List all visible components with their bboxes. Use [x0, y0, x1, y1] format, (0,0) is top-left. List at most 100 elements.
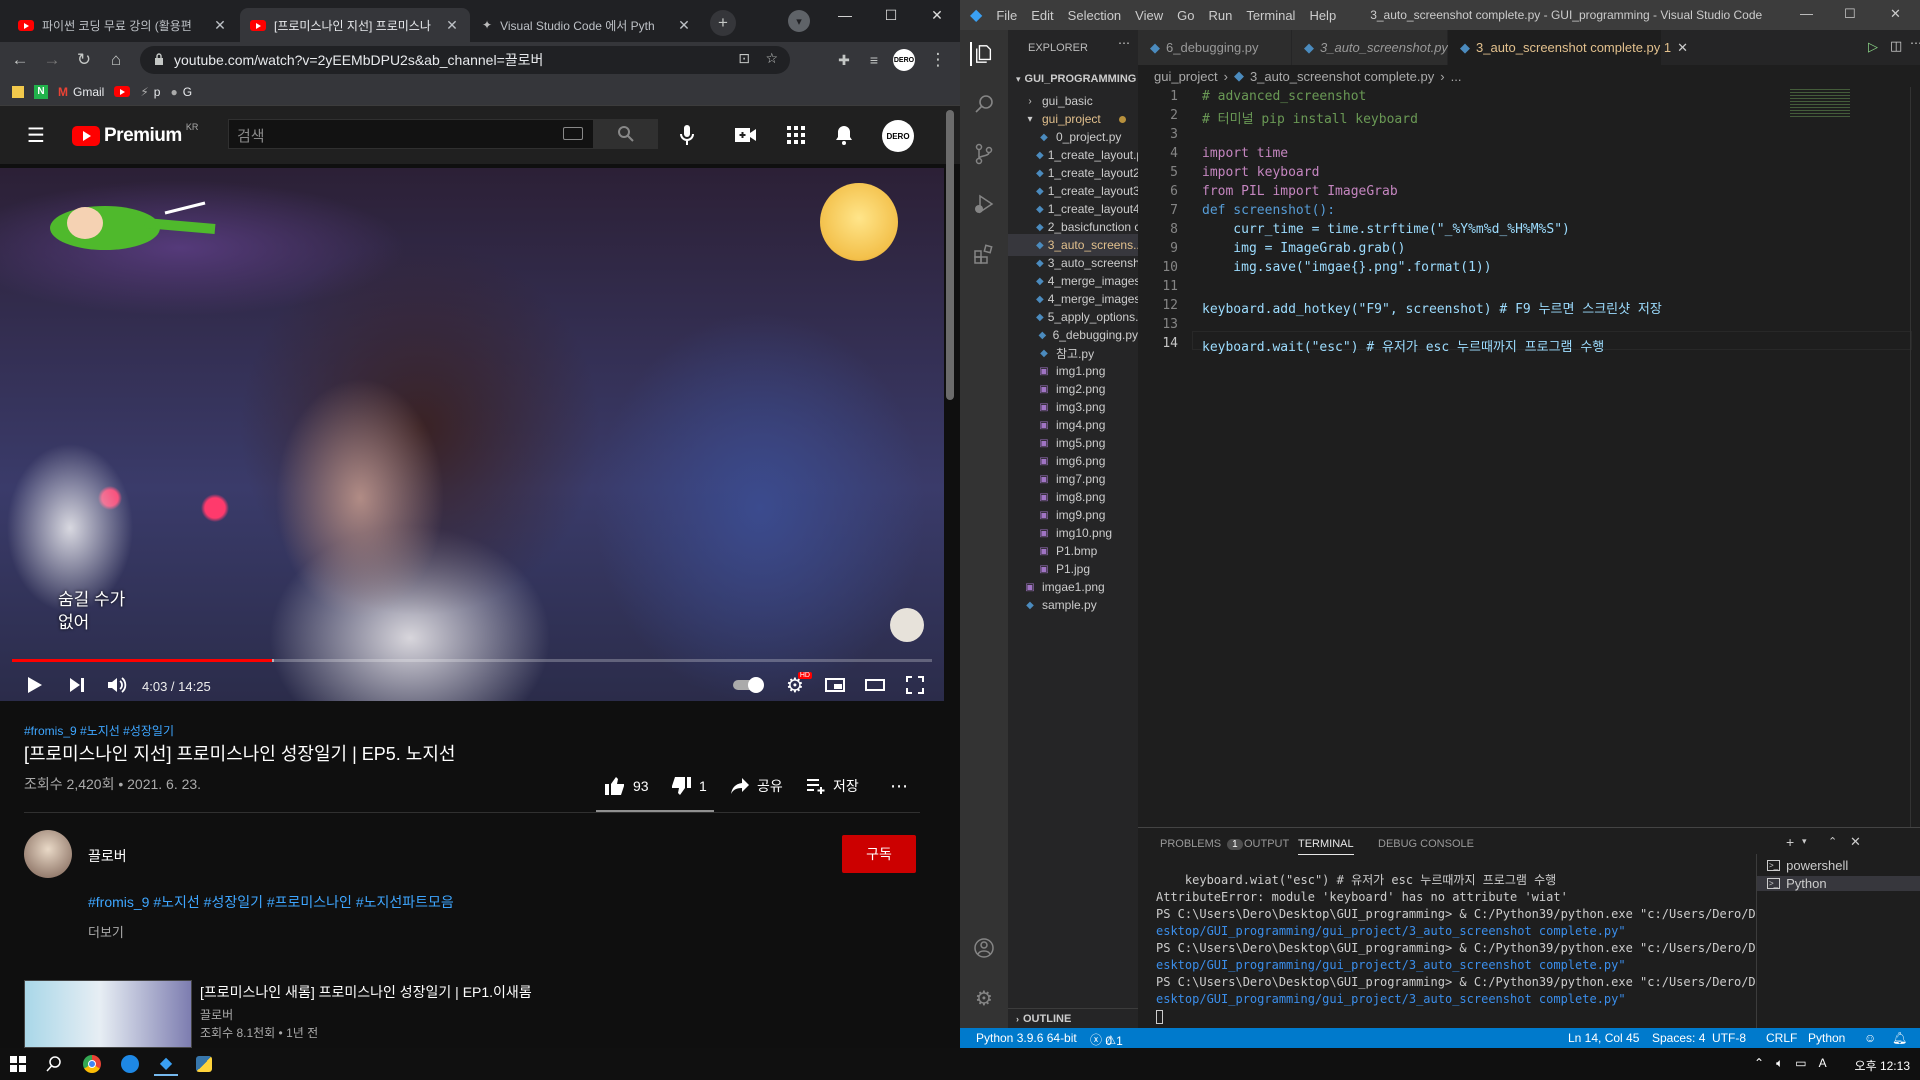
notifications-bell-icon[interactable]: 🔔︎ [1892, 1031, 1907, 1045]
save-button[interactable]: 저장 [806, 776, 859, 796]
terminal-item-powershell[interactable]: >_ powershell [1767, 858, 1848, 873]
recommended-channel[interactable]: 끌로버 [200, 1006, 233, 1023]
create-video-icon[interactable] [734, 123, 758, 147]
encoding[interactable]: UTF-8 [1712, 1031, 1746, 1045]
extensions-icon[interactable]: ✚ [832, 48, 856, 72]
close-icon[interactable]: ✕ [676, 17, 692, 34]
chevron-up-icon[interactable]: ⌃ [1754, 1056, 1764, 1071]
maximize-button[interactable]: ☐ [868, 0, 914, 30]
split-editor-icon[interactable]: ◫ [1890, 38, 1902, 54]
close-icon[interactable]: ✕ [1677, 40, 1688, 56]
breadcrumb-folder[interactable]: gui_project [1154, 69, 1218, 84]
channel-name[interactable]: 끌로버 [88, 846, 127, 866]
subscribe-button[interactable]: 구독 [842, 835, 916, 873]
close-icon[interactable]: ✕ [212, 17, 228, 34]
tab-debugging[interactable]: ◆ 6_debugging.py [1138, 30, 1292, 65]
bookmark-star-icon[interactable]: ☆ [765, 50, 778, 67]
indentation[interactable]: Spaces: 4 [1652, 1031, 1705, 1045]
explorer-item[interactable]: ◆ sample.py [1008, 594, 1138, 616]
more-actions-icon[interactable]: ⋯ [1910, 36, 1920, 50]
maximize-button[interactable]: ☐ [1844, 6, 1856, 22]
more-actions-icon[interactable]: ⋯ [1118, 36, 1130, 50]
close-panel-icon[interactable]: ✕ [1850, 834, 1861, 850]
theater-mode-button[interactable] [862, 670, 888, 700]
show-more-link[interactable]: 더보기 [88, 922, 124, 941]
tab-output[interactable]: OUTPUT [1244, 838, 1289, 850]
dislike-button[interactable]: 1 [670, 776, 707, 796]
hamburger-menu-icon[interactable]: ☰ [24, 123, 48, 147]
next-button[interactable] [64, 670, 90, 700]
search-input[interactable]: 검색 [228, 119, 594, 149]
menu-file[interactable]: File [996, 8, 1017, 23]
page-scrollbar[interactable] [946, 110, 954, 400]
close-window-button[interactable]: ✕ [1890, 6, 1901, 22]
menu-go[interactable]: Go [1177, 8, 1194, 23]
bookmark-p[interactable]: ⚡ p [140, 85, 160, 99]
minimap[interactable] [1790, 89, 1850, 119]
progress-bar[interactable] [12, 659, 932, 662]
youtube-logo[interactable]: Premium KR [72, 122, 198, 147]
search-icon[interactable] [972, 92, 996, 116]
chevron-down-icon[interactable]: ▾ [1802, 836, 1807, 847]
tab-terminal[interactable]: TERMINAL [1298, 838, 1354, 855]
profile-avatar[interactable]: DERO [893, 49, 915, 71]
terminal-item-python[interactable]: >_ Python [1757, 876, 1920, 891]
menu-help[interactable]: Help [1309, 8, 1336, 23]
reload-icon[interactable]: ↻ [72, 48, 96, 72]
keyboard-icon[interactable] [563, 127, 583, 140]
problems-status[interactable]: ⓧ 0 ⚠ 1 [1090, 1031, 1123, 1048]
bookmark-folder[interactable] [12, 85, 24, 98]
play-button[interactable] [22, 670, 48, 700]
search-icon[interactable] [42, 1052, 66, 1076]
close-icon[interactable]: ✕ [444, 17, 460, 34]
settings-button[interactable]: ⚙ HD [782, 670, 812, 700]
menu-terminal[interactable]: Terminal [1246, 8, 1295, 23]
line-ending[interactable]: CRLF [1766, 1031, 1797, 1045]
editor-scrollbar[interactable] [1910, 87, 1920, 827]
description-hashtags[interactable]: #fromis_9 #노지선 #성장일기 #프로미스나인 #노지선파트모음 [88, 892, 454, 912]
bookmark-n[interactable]: N [34, 84, 48, 99]
run-debug-icon[interactable] [972, 192, 996, 216]
cursor-position[interactable]: Ln 14, Col 45 [1568, 1031, 1639, 1045]
miniplayer-button[interactable] [822, 670, 848, 700]
tab-fromis-video[interactable]: [프로미스나인 지선] 프로미스나 ✕ [240, 8, 470, 42]
bookmark-g[interactable]: ● G [170, 85, 192, 99]
extensions-icon[interactable] [972, 242, 996, 266]
bookmark-gmail[interactable]: M Gmail [58, 85, 104, 99]
like-button[interactable]: 93 [604, 776, 649, 796]
home-icon[interactable]: ⌂ [104, 48, 128, 72]
explorer-files-icon[interactable] [970, 42, 994, 66]
windows-start-icon[interactable] [6, 1052, 30, 1076]
notifications-bell-icon[interactable] [832, 123, 856, 147]
minimize-button[interactable]: — [1800, 6, 1813, 21]
minimize-button[interactable]: — [822, 0, 868, 30]
language-mode[interactable]: Python [1808, 1031, 1845, 1045]
account-icon[interactable] [972, 936, 996, 960]
install-app-icon[interactable]: ⊡ [738, 50, 750, 67]
apps-grid-icon[interactable] [784, 123, 808, 147]
maximize-panel-icon[interactable]: ⌃ [1828, 835, 1837, 848]
recommended-thumbnail[interactable] [24, 980, 192, 1048]
more-actions-icon[interactable]: ⋯ [890, 776, 908, 797]
recommended-title[interactable]: [프로미스나인 새롬] 프로미스나인 성장일기 | EP1.이새롬 [200, 982, 532, 1002]
menu-run[interactable]: Run [1208, 8, 1232, 23]
menu-view[interactable]: View [1135, 8, 1163, 23]
network-icon[interactable]: ▭ [1795, 1056, 1806, 1071]
tab-vscode-python[interactable]: ✦ Visual Studio Code 에서 Pyth ✕ [472, 8, 702, 42]
address-bar[interactable]: youtube.com/watch?v=2yEEMbDPU2s&ab_chann… [140, 46, 790, 74]
new-tab-button[interactable]: + [710, 10, 736, 36]
autoplay-toggle[interactable] [730, 670, 764, 700]
media-control-icon[interactable]: ≡ [862, 48, 886, 72]
ime-indicator[interactable]: A [1819, 1056, 1827, 1071]
close-window-button[interactable]: ✕ [914, 0, 960, 30]
new-terminal-icon[interactable]: + [1786, 834, 1794, 850]
channel-avatar[interactable] [24, 830, 72, 878]
tab-problems[interactable]: PROBLEMS 1 [1160, 838, 1243, 850]
workspace-folder[interactable]: ▾ GUI_PROGRAMMING [1008, 68, 1138, 90]
fullscreen-button[interactable] [902, 670, 928, 700]
python-taskbar-icon[interactable] [192, 1052, 216, 1076]
code-editor[interactable]: 1 # advanced_screenshot 2 # 터미널 pip install… [1138, 87, 1920, 827]
app-taskbar-icon[interactable] [118, 1052, 142, 1076]
menu-selection[interactable]: Selection [1068, 8, 1121, 23]
tab-auto-screenshot[interactable]: ◆ 3_auto_screenshot.py [1292, 30, 1448, 65]
